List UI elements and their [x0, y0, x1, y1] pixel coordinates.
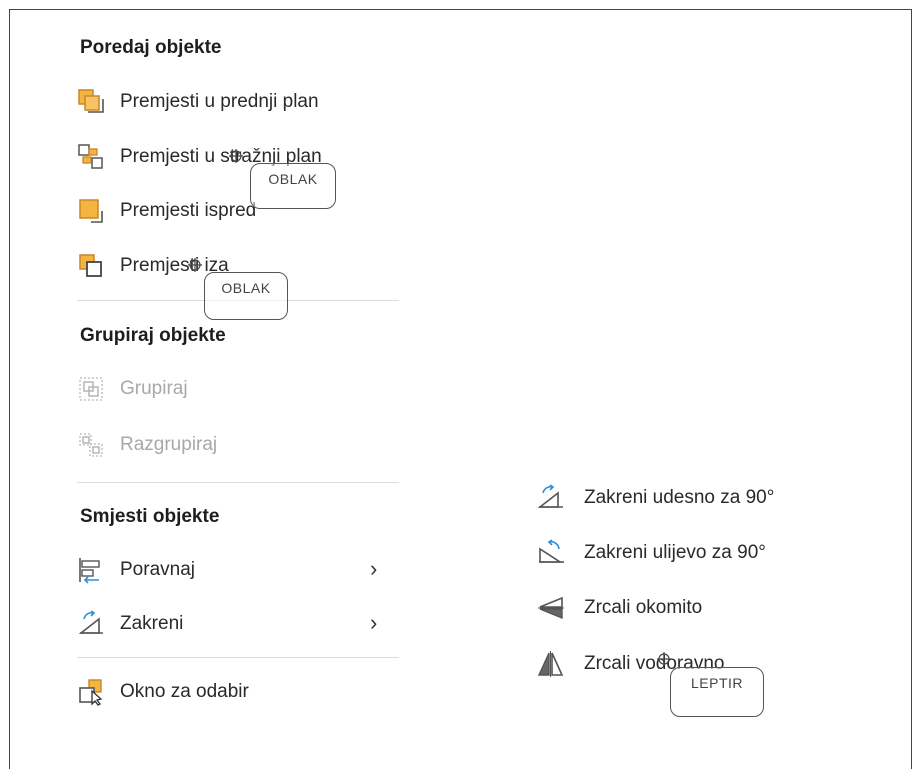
- menu-item-bring-forward[interactable]: Premjesti ispred: [77, 193, 397, 229]
- menu-item-group[interactable]: Grupiraj: [77, 371, 397, 407]
- rotate-left-icon: [536, 539, 566, 567]
- bring-forward-icon: [77, 197, 105, 225]
- ungroup-icon: [77, 431, 105, 459]
- submenu-item-label: Zakreni ulijevo za 90°: [584, 542, 766, 563]
- section-title-arrange: Poredaj objekte: [80, 37, 222, 58]
- annotation-label: OBLAK: [250, 163, 336, 209]
- send-to-back-icon: [77, 143, 105, 171]
- section-title-position: Smjesti objekte: [80, 506, 220, 527]
- rotate-right-icon: [536, 484, 566, 512]
- menu-item-label: Grupiraj: [120, 378, 188, 399]
- chevron-right-icon: ›: [370, 610, 378, 635]
- submenu-item-label: Zrcali okomito: [584, 597, 703, 618]
- section-title-group: Grupiraj objekte: [80, 325, 226, 346]
- crosshair-icon: [229, 149, 243, 163]
- menu-item-label: Premjesti ispred: [120, 200, 257, 221]
- submenu-item-label: Zakreni udesno za 90°: [584, 487, 775, 508]
- menu-divider: [77, 657, 399, 658]
- flip-horizontal-icon: [536, 650, 566, 678]
- submenu-item-flip-vertical[interactable]: Zrcali okomito: [536, 590, 856, 626]
- submenu-item-rotate-right[interactable]: Zakreni udesno za 90°: [536, 480, 856, 516]
- menu-item-label: Poravnaj: [120, 559, 195, 580]
- menu-item-label: Zakreni: [120, 613, 184, 634]
- selection-pane-icon: [77, 678, 105, 706]
- menu-item-rotate[interactable]: Zakreni ›: [77, 606, 397, 642]
- crosshair-icon: [188, 258, 202, 272]
- menu-item-label: Premjesti u prednji plan: [120, 91, 319, 112]
- chevron-right-icon: ›: [370, 556, 378, 581]
- menu-item-label: Razgrupiraj: [120, 434, 218, 455]
- group-icon: [77, 375, 105, 403]
- align-icon: [77, 556, 105, 584]
- bring-to-front-icon: [77, 88, 105, 116]
- menu-item-label: Okno za odabir: [120, 681, 249, 702]
- menu-item-align[interactable]: Poravnaj ›: [77, 552, 397, 588]
- annotation-label: LEPTIR: [670, 667, 764, 717]
- menu-divider: [77, 482, 399, 483]
- rotate-icon: [77, 610, 105, 638]
- menu-item-selection-pane[interactable]: Okno za odabir: [77, 674, 397, 710]
- crosshair-icon: [657, 652, 671, 666]
- flip-vertical-icon: [536, 594, 566, 622]
- menu-item-bring-to-front[interactable]: Premjesti u prednji plan: [77, 84, 397, 120]
- annotation-label: OBLAK: [204, 272, 288, 320]
- menu-item-ungroup[interactable]: Razgrupiraj: [77, 427, 397, 463]
- submenu-item-rotate-left[interactable]: Zakreni ulijevo za 90°: [536, 535, 856, 571]
- send-backward-icon: [77, 252, 105, 280]
